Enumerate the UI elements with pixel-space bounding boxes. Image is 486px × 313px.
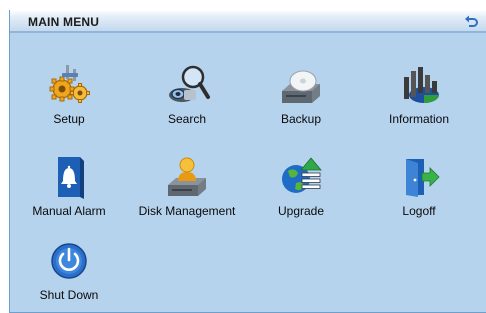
menu-item-shut-down[interactable]: Shut Down xyxy=(13,239,125,305)
menu-item-logoff[interactable]: Logoff xyxy=(363,155,475,221)
title-bar: MAIN MENU xyxy=(10,10,486,33)
menu-item-label: Backup xyxy=(280,112,322,126)
gears-icon xyxy=(49,65,90,103)
menu-item-label: Manual Alarm xyxy=(32,204,106,218)
menu-item-label: Upgrade xyxy=(277,204,325,218)
magnifier-camera-icon xyxy=(169,65,210,102)
bar-chart-pie-icon xyxy=(404,67,439,103)
alarm-bell-icon xyxy=(58,157,84,199)
menu-item-label: Information xyxy=(388,112,450,126)
menu-item-upgrade[interactable]: Upgrade xyxy=(245,155,357,221)
main-menu-window: MAIN MENU Setup Search Backup Informatio… xyxy=(9,10,486,313)
menu-item-manual-alarm[interactable]: Manual Alarm xyxy=(13,155,125,221)
back-arrow-icon xyxy=(465,15,478,27)
menu-item-label: Shut Down xyxy=(39,288,99,302)
menu-item-disk-management[interactable]: Disk Management xyxy=(131,155,243,221)
globe-upload-icon xyxy=(282,157,322,193)
user-drive-icon xyxy=(168,157,206,196)
menu-item-search[interactable]: Search xyxy=(131,63,243,129)
power-icon xyxy=(51,243,87,279)
menu-item-label: Disk Management xyxy=(138,204,236,218)
menu-item-backup[interactable]: Backup xyxy=(245,63,357,129)
disc-drive-icon xyxy=(282,70,320,103)
menu-item-label: Setup xyxy=(53,112,85,126)
menu-item-label: Search xyxy=(167,112,207,126)
menu-item-information[interactable]: Information xyxy=(363,63,475,129)
menu-item-setup[interactable]: Setup xyxy=(13,63,125,129)
back-button[interactable] xyxy=(463,13,480,30)
door-exit-icon xyxy=(406,159,440,197)
window-title: MAIN MENU xyxy=(28,15,100,29)
menu-item-label: Logoff xyxy=(402,204,436,218)
